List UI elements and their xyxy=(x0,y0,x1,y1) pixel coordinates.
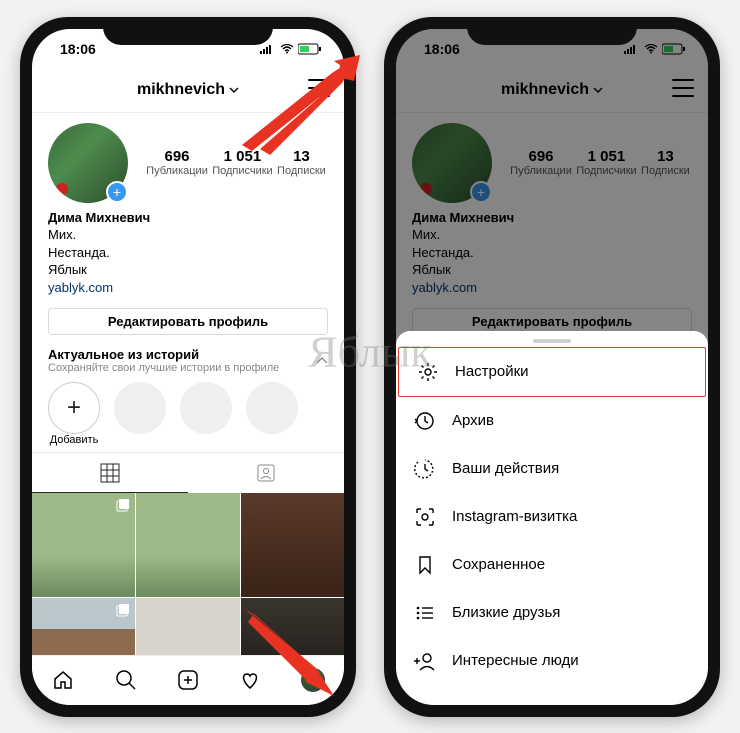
post-cell[interactable] xyxy=(136,598,239,655)
menu-label: Instagram-визитка xyxy=(452,508,577,525)
menu-label: Близкие друзья xyxy=(452,604,560,621)
notch xyxy=(467,17,637,45)
avatar[interactable]: + xyxy=(48,123,128,203)
profile-row: + 696Публикации 1 051Подписчики 13Подпис… xyxy=(396,113,708,209)
menu-saved[interactable]: Сохраненное xyxy=(396,541,708,589)
menu-label: Сохраненное xyxy=(452,556,545,573)
notch xyxy=(103,17,273,45)
multi-icon xyxy=(115,497,131,518)
menu-settings[interactable]: Настройки xyxy=(398,347,706,397)
battery-icon xyxy=(298,43,322,55)
phone-right: 18:06 mikhnevich + 696Публикации 1 051По… xyxy=(384,17,720,717)
highlights-add[interactable]: + Добавить xyxy=(48,382,100,446)
multi-icon xyxy=(115,602,131,623)
tab-grid[interactable] xyxy=(32,453,188,493)
menu-label: Интересные люди xyxy=(452,652,579,669)
menu-label: Ваши действия xyxy=(452,460,559,477)
bio: Дима Михневич Мих. Нестанда. Яблык yably… xyxy=(32,209,344,305)
chevron-down-icon xyxy=(593,87,603,93)
highlights-title: Актуальное из историй xyxy=(48,347,316,362)
bio-name: Дима Михневич xyxy=(48,209,328,227)
status-icons xyxy=(624,43,686,55)
add-post-icon xyxy=(177,669,199,691)
menu-close-friends[interactable]: Близкие друзья xyxy=(396,589,708,637)
stat-posts[interactable]: 696Публикации xyxy=(510,148,572,177)
search-icon xyxy=(115,669,137,691)
post-cell[interactable] xyxy=(241,493,344,596)
bio-line: Мих. xyxy=(412,226,692,244)
feed-tabs xyxy=(32,452,344,493)
stats-row: 696Публикации 1 051Подписчики 13Подписки xyxy=(508,148,692,177)
stat-followers[interactable]: 1 051Подписчики xyxy=(576,148,637,177)
post-cell[interactable] xyxy=(32,493,135,596)
add-story-badge[interactable]: + xyxy=(106,181,128,203)
avatar[interactable]: + xyxy=(412,123,492,203)
signal-icon xyxy=(260,44,276,54)
add-person-icon xyxy=(414,650,436,672)
home-icon xyxy=(52,669,74,691)
bio-line: Мих. xyxy=(48,226,328,244)
highlights-subtitle: Сохраняйте свои лучшие истории в профиле xyxy=(48,362,316,374)
menu-nametag[interactable]: Instagram-визитка xyxy=(396,493,708,541)
annotation-arrow xyxy=(246,610,336,705)
activity-icon xyxy=(414,458,436,480)
bio-name: Дима Михневич xyxy=(412,209,692,227)
status-icons xyxy=(260,43,322,55)
menu-archive[interactable]: Архив xyxy=(396,397,708,445)
grid-icon xyxy=(100,463,120,483)
nametag-icon xyxy=(414,506,436,528)
nav-add[interactable] xyxy=(176,668,200,692)
bio-line: Нестанда. xyxy=(48,244,328,262)
username-dropdown[interactable]: mikhnevich xyxy=(137,81,239,99)
username-label: mikhnevich xyxy=(501,81,589,99)
menu-sheet: Настройки Архив Ваши действия Instagram-… xyxy=(396,331,708,705)
menu-discover[interactable]: Интересные люди xyxy=(396,637,708,685)
chevron-down-icon xyxy=(229,87,239,93)
highlights-placeholder xyxy=(114,382,166,446)
menu-label: Настройки xyxy=(455,363,529,380)
nav-home[interactable] xyxy=(51,668,75,692)
menu-label: Архив xyxy=(452,412,494,429)
highlights-placeholder xyxy=(180,382,232,446)
post-cell[interactable] xyxy=(32,598,135,655)
profile-header: mikhnevich xyxy=(396,69,708,113)
add-story-badge[interactable]: + xyxy=(470,181,492,203)
screen-right: 18:06 mikhnevich + 696Публикации 1 051По… xyxy=(396,29,708,705)
status-time: 18:06 xyxy=(424,41,460,57)
highlights-placeholder xyxy=(246,382,298,446)
bio-line: Яблык xyxy=(412,261,692,279)
signal-icon xyxy=(624,44,640,54)
phone-left: 18:06 mikhnevich + 696 Публикаци xyxy=(20,17,356,717)
username-dropdown[interactable]: mikhnevich xyxy=(501,81,603,99)
tab-tagged[interactable] xyxy=(188,453,344,493)
tagged-icon xyxy=(256,463,276,483)
post-cell[interactable] xyxy=(136,493,239,596)
bio-link[interactable]: yablyk.com xyxy=(48,279,328,297)
bookmark-icon xyxy=(414,554,436,576)
chevron-up-icon xyxy=(316,357,328,365)
stat-following[interactable]: 13Подписки xyxy=(641,148,690,177)
bio-link[interactable]: yablyk.com xyxy=(412,279,692,297)
stat-posts[interactable]: 696 Публикации xyxy=(146,148,208,177)
gear-icon xyxy=(417,361,439,383)
bio-line: Яблык xyxy=(48,261,328,279)
sheet-handle[interactable] xyxy=(533,339,571,343)
highlights-add-label: Добавить xyxy=(50,434,99,446)
annotation-arrow xyxy=(242,55,362,160)
username-label: mikhnevich xyxy=(137,81,225,99)
archive-icon xyxy=(414,410,436,432)
highlights-row: + Добавить xyxy=(32,374,344,452)
status-time: 18:06 xyxy=(60,41,96,57)
wifi-icon xyxy=(280,44,294,54)
menu-activity[interactable]: Ваши действия xyxy=(396,445,708,493)
highlights-header[interactable]: Актуальное из историй Сохраняйте свои лу… xyxy=(32,343,344,374)
bio-line: Нестанда. xyxy=(412,244,692,262)
nav-search[interactable] xyxy=(114,668,138,692)
battery-icon xyxy=(662,43,686,55)
bio: Дима Михневич Мих. Нестанда. Яблык yably… xyxy=(396,209,708,305)
list-icon xyxy=(414,602,436,624)
menu-button[interactable] xyxy=(672,79,694,97)
wifi-icon xyxy=(644,44,658,54)
edit-profile-button[interactable]: Редактировать профиль xyxy=(48,308,328,335)
